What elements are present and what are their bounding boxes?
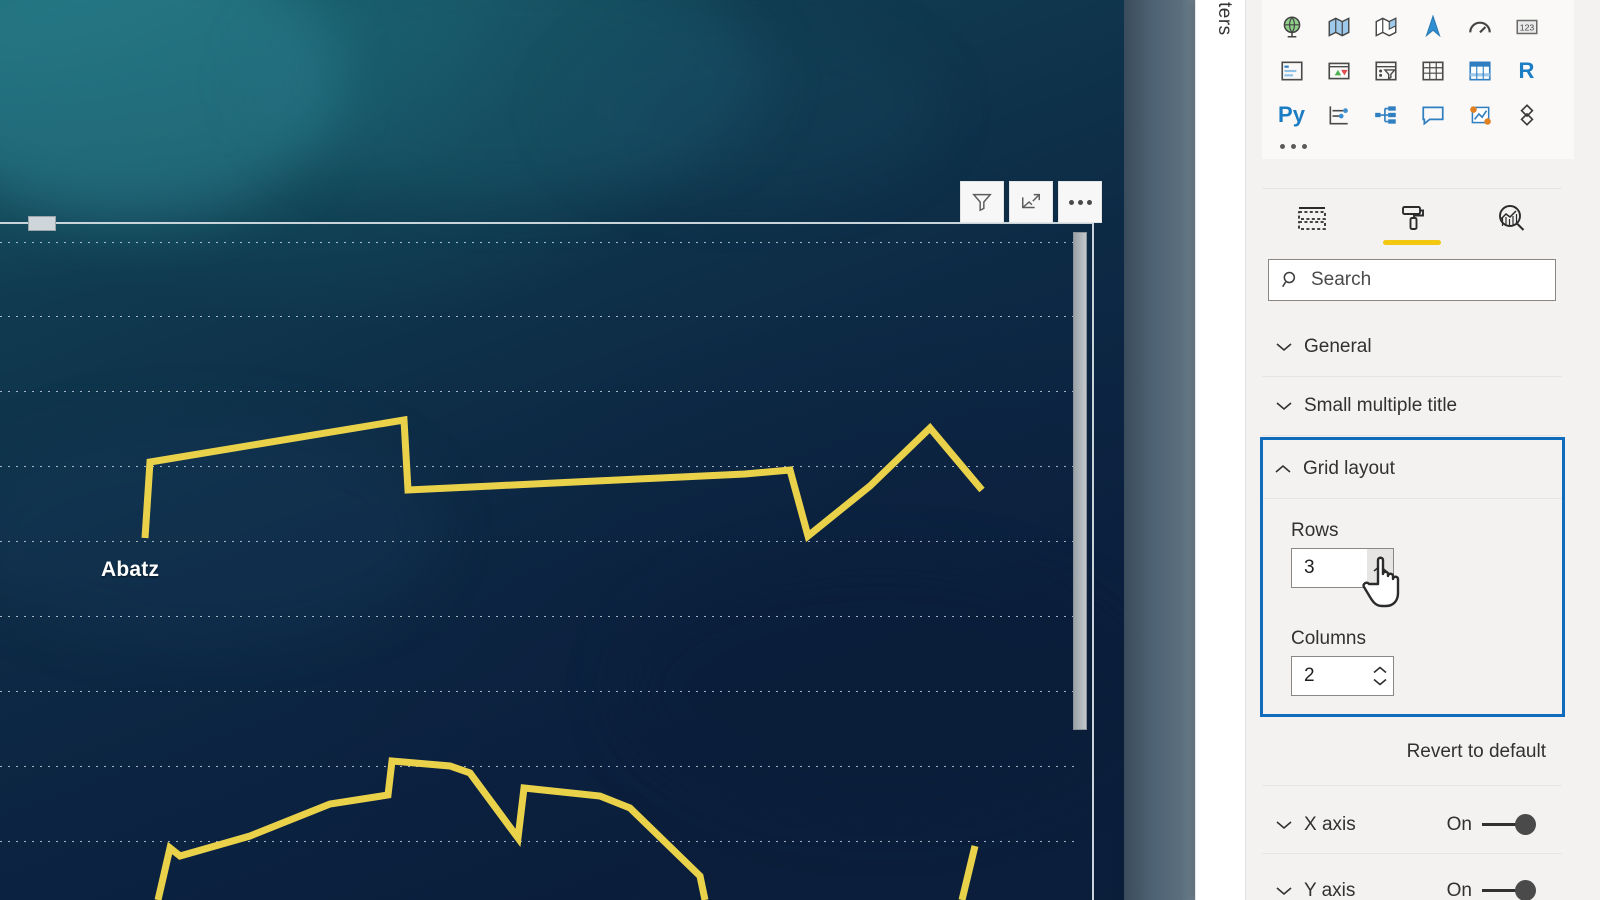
section-x-axis[interactable]: X axis On xyxy=(1262,796,1562,854)
x-axis-toggle[interactable] xyxy=(1482,813,1536,836)
focus-mode-icon[interactable] xyxy=(1009,181,1053,223)
funnel-chart-icon[interactable] xyxy=(1315,0,1362,2)
multi-row-card-icon[interactable] xyxy=(1268,52,1315,90)
visual-scrollbar-thumb[interactable] xyxy=(1073,232,1087,730)
background-wisp xyxy=(0,0,340,220)
filled-map-icon[interactable] xyxy=(1315,8,1362,46)
pie-chart-icon[interactable] xyxy=(1409,0,1456,2)
search-input[interactable]: Search xyxy=(1268,259,1556,301)
format-tab-selected-underline xyxy=(1383,240,1441,245)
section-grid-layout[interactable]: Grid layout xyxy=(1263,440,1562,499)
table-icon[interactable] xyxy=(1409,52,1456,90)
r-script-visual-icon[interactable]: R xyxy=(1503,52,1550,90)
grid-layout-group: Grid layout Rows 3 Columns 2 xyxy=(1260,437,1565,717)
gauge-icon[interactable] xyxy=(1456,8,1503,46)
columns-stepper-arrows[interactable] xyxy=(1367,657,1393,695)
filters-pane-title: ters xyxy=(1214,2,1235,36)
y-axis-toggle[interactable] xyxy=(1482,879,1536,900)
key-influencers-icon[interactable] xyxy=(1315,96,1362,134)
revert-to-default-label: Revert to default xyxy=(1406,740,1546,762)
columns-label: Columns xyxy=(1291,628,1366,649)
columns-value: 2 xyxy=(1304,665,1315,686)
section-y-axis-label: Y axis xyxy=(1304,879,1356,900)
rows-value: 3 xyxy=(1304,557,1315,578)
background-wisp xyxy=(250,0,770,200)
x-axis-toggle-wrap[interactable]: On xyxy=(1446,813,1536,836)
rows-stepper[interactable]: 3 xyxy=(1291,548,1394,588)
chevron-down-icon xyxy=(1276,402,1292,411)
search-icon xyxy=(1282,271,1296,288)
decomposition-tree-icon[interactable] xyxy=(1362,96,1409,134)
slicer-icon[interactable] xyxy=(1362,52,1409,90)
toggle-knob xyxy=(1515,879,1536,900)
more-options-icon[interactable] xyxy=(1058,181,1102,223)
x-axis-state: On xyxy=(1446,813,1472,835)
fields-tab[interactable] xyxy=(1275,192,1349,244)
visual-selection-frame xyxy=(0,222,1094,900)
scatter-chart-icon[interactable] xyxy=(1362,0,1409,2)
chevron-down-icon xyxy=(1276,343,1292,352)
r-glyph: R xyxy=(1518,58,1535,83)
chevron-up-icon[interactable] xyxy=(1373,564,1387,573)
donut-chart-icon[interactable] xyxy=(1456,0,1503,2)
format-tab[interactable] xyxy=(1375,192,1449,245)
visual-resize-handle[interactable] xyxy=(28,216,56,231)
gallery-more-options-icon[interactable] xyxy=(1268,134,1568,151)
visual-header-toolbar[interactable] xyxy=(960,181,1102,223)
kpi-icon[interactable] xyxy=(1315,52,1362,90)
section-small-multiple-title-label: Small multiple title xyxy=(1304,395,1458,416)
treemap-icon[interactable] xyxy=(1503,0,1550,2)
visualizations-gallery[interactable]: 123 R Py xyxy=(1262,0,1574,159)
canvas-gutter xyxy=(1124,0,1200,900)
visual-type-grid[interactable]: 123 R Py xyxy=(1268,0,1568,134)
chevron-down-icon xyxy=(1276,886,1292,895)
shape-map-icon[interactable] xyxy=(1362,8,1409,46)
matrix-icon[interactable] xyxy=(1456,52,1503,90)
background-wisp xyxy=(560,20,940,200)
filters-pane-collapsed[interactable] xyxy=(1195,0,1247,900)
pane-tab-strip[interactable] xyxy=(1262,188,1562,247)
chevron-up-icon[interactable] xyxy=(1373,666,1387,674)
analytics-tab[interactable] xyxy=(1475,192,1549,244)
y-axis-state: On xyxy=(1446,879,1472,900)
report-canvas[interactable]: Abatz xyxy=(0,0,1140,900)
y-axis-toggle-wrap[interactable]: On xyxy=(1446,879,1536,900)
py-glyph: Py xyxy=(1278,102,1305,127)
chevron-down-icon xyxy=(1276,820,1292,829)
card-icon[interactable]: 123 xyxy=(1503,8,1550,46)
qna-icon[interactable] xyxy=(1409,96,1456,134)
revert-to-default-button[interactable]: Revert to default xyxy=(1262,718,1562,786)
section-x-axis-label: X axis xyxy=(1304,813,1356,835)
python-visual-icon[interactable]: Py xyxy=(1268,96,1315,134)
smart-narrative-icon[interactable] xyxy=(1456,96,1503,134)
section-grid-layout-label: Grid layout xyxy=(1303,458,1395,479)
section-small-multiple-title[interactable]: Small multiple title xyxy=(1262,377,1562,436)
search-input-value: Search xyxy=(1311,269,1372,290)
globe-map-icon[interactable] xyxy=(1268,8,1315,46)
columns-stepper[interactable]: 2 xyxy=(1291,656,1394,696)
visualizations-pane: 123 R Py Search General Small multiple t… xyxy=(1245,0,1600,900)
more-options-dots xyxy=(1068,199,1092,205)
section-general[interactable]: General xyxy=(1262,318,1562,377)
rows-stepper-arrows[interactable] xyxy=(1367,549,1393,587)
stacked-column-chart-icon[interactable] xyxy=(1268,0,1315,2)
chevron-down-icon[interactable] xyxy=(1373,678,1387,686)
section-y-axis[interactable]: Y axis On xyxy=(1262,862,1562,900)
arcgis-map-icon[interactable] xyxy=(1409,8,1456,46)
rows-label: Rows xyxy=(1291,520,1339,541)
visual-vertical-scrollbar[interactable] xyxy=(1072,232,1087,732)
toggle-knob xyxy=(1515,813,1536,835)
paginated-report-icon[interactable] xyxy=(1503,96,1550,134)
chevron-up-icon xyxy=(1275,464,1291,473)
svg-text:123: 123 xyxy=(1519,22,1534,32)
section-general-label: General xyxy=(1304,336,1372,357)
filter-funnel-icon[interactable] xyxy=(960,181,1004,223)
